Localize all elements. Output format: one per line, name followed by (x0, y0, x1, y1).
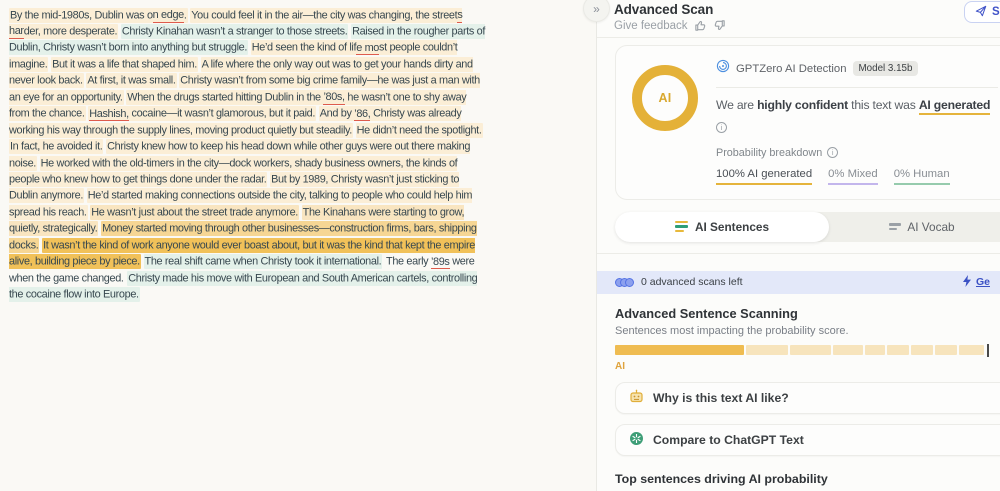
document-text: By the mid-1980s, Dublin was on edge. Yo… (9, 7, 487, 303)
sentence-impact-bar[interactable] (615, 344, 989, 357)
sentence-human[interactable]: The real shift came when Christy took it… (144, 254, 383, 269)
grammar-mark: e mo (356, 42, 379, 56)
grammar-mark: n edge (153, 9, 184, 23)
bar-segment-light[interactable] (865, 345, 885, 355)
detection-result-card: AI GPTZero AI Detection Model 3.15b We a… (615, 45, 1000, 200)
section-subtitle: Sentences most impacting the probability… (615, 325, 1000, 337)
sentence-low[interactable]: Hashish, cocaine—it wasn’t glamorous, bu… (88, 106, 316, 121)
bar-segment-light[interactable] (959, 345, 984, 355)
brand-name: GPTZero AI Detection (736, 63, 847, 75)
bar-segment-light[interactable] (887, 345, 910, 355)
ai-generated-highlight: AI generated (919, 98, 990, 115)
thumbs-up-icon[interactable] (694, 19, 707, 32)
sentence-human[interactable]: Christy Kinahan wasn’t a stranger to tho… (121, 24, 349, 39)
ai-vocab-icon (889, 223, 901, 230)
ai-sentences-icon (675, 221, 688, 233)
info-icon[interactable]: i (716, 122, 727, 133)
probability-breakdown: 100% AI generated 0% Mixed 0% Human (716, 168, 998, 185)
verdict-text: We are highly confident this text was AI… (716, 97, 998, 115)
gauge-label: AI (658, 91, 671, 105)
chatgpt-logo-icon (629, 431, 644, 449)
bar-segment-light[interactable] (911, 345, 933, 355)
grammar-mark: ’80s, (323, 91, 344, 105)
tab-ai-sentences[interactable]: AI Sentences (615, 212, 829, 242)
bar-end-tick (987, 344, 989, 357)
compare-chatgpt-button[interactable]: Compare to ChatGPT Text (615, 424, 1000, 456)
bar-segment-light[interactable] (790, 345, 831, 355)
paper-plane-icon (975, 5, 987, 20)
model-badge: Model 3.15b (853, 61, 919, 76)
sentence-low[interactable]: In fact, he avoided it. (9, 139, 103, 154)
tab-ai-vocab[interactable]: AI Vocab (829, 220, 1000, 234)
bar-segment-light[interactable] (746, 345, 788, 355)
give-feedback-label: Give feedback (614, 20, 688, 32)
bar-segment-light[interactable] (935, 345, 957, 355)
top-sentences-title: Top sentences driving AI probability (615, 472, 1000, 486)
sentence-low[interactable]: But it was a life that shaped him. (51, 57, 198, 72)
thumbs-down-icon[interactable] (713, 19, 726, 32)
ai-probability-gauge: AI (632, 65, 698, 131)
grammar-mark: Hashish, (89, 108, 129, 122)
get-more-scans-link[interactable]: Ge (962, 275, 990, 290)
bar-segment-light[interactable] (833, 345, 863, 355)
document-pane: By the mid-1980s, Dublin was on edge. Yo… (0, 0, 596, 491)
results-tab-bar: AI Sentences AI Vocab (615, 212, 1000, 242)
advanced-scan-panel: » Advanced Scan Give feedback Sh AI (596, 0, 1000, 491)
gptzero-logo-icon (716, 59, 730, 78)
bar-axis-label: AI (615, 361, 1000, 372)
info-icon[interactable]: i (827, 147, 838, 158)
why-ai-like-button[interactable]: Why is this text AI like? (615, 382, 1000, 414)
grammar-mark: ’86, (354, 108, 370, 122)
bar-segment-dark[interactable] (615, 345, 744, 355)
scan-credits-icon (615, 278, 634, 287)
breakdown-human: 0% Human (894, 168, 950, 185)
lightning-bolt-icon (962, 275, 972, 290)
share-button[interactable]: Sh (964, 1, 1000, 23)
sentence-scanning-section: Advanced Sentence Scanning Sentences mos… (597, 306, 1000, 372)
probability-breakdown-label: Probability breakdown (716, 147, 822, 159)
grammar-mark: ’89s (431, 256, 450, 270)
panel-header: Advanced Scan Give feedback Sh (597, 0, 1000, 38)
scans-left-text: 0 advanced scans left (641, 276, 743, 288)
panel-title: Advanced Scan (614, 2, 1000, 17)
share-label: Sh (992, 6, 1000, 18)
sentence-low[interactable]: By the mid-1980s, Dublin was on edge. (9, 8, 188, 23)
divider (597, 253, 1000, 254)
sentence-low[interactable]: He didn’t need the spotlight. (356, 123, 483, 138)
breakdown-mixed: 0% Mixed (828, 168, 878, 185)
sentence-low2[interactable]: He wasn’t just about the street trade an… (90, 205, 299, 220)
robot-icon (629, 389, 644, 407)
section-title: Advanced Sentence Scanning (615, 306, 1000, 321)
breakdown-ai: 100% AI generated (716, 168, 812, 185)
scans-left-banner: 0 advanced scans left Ge (597, 271, 1000, 294)
sentence-low[interactable]: At first, it was small. (86, 73, 176, 88)
